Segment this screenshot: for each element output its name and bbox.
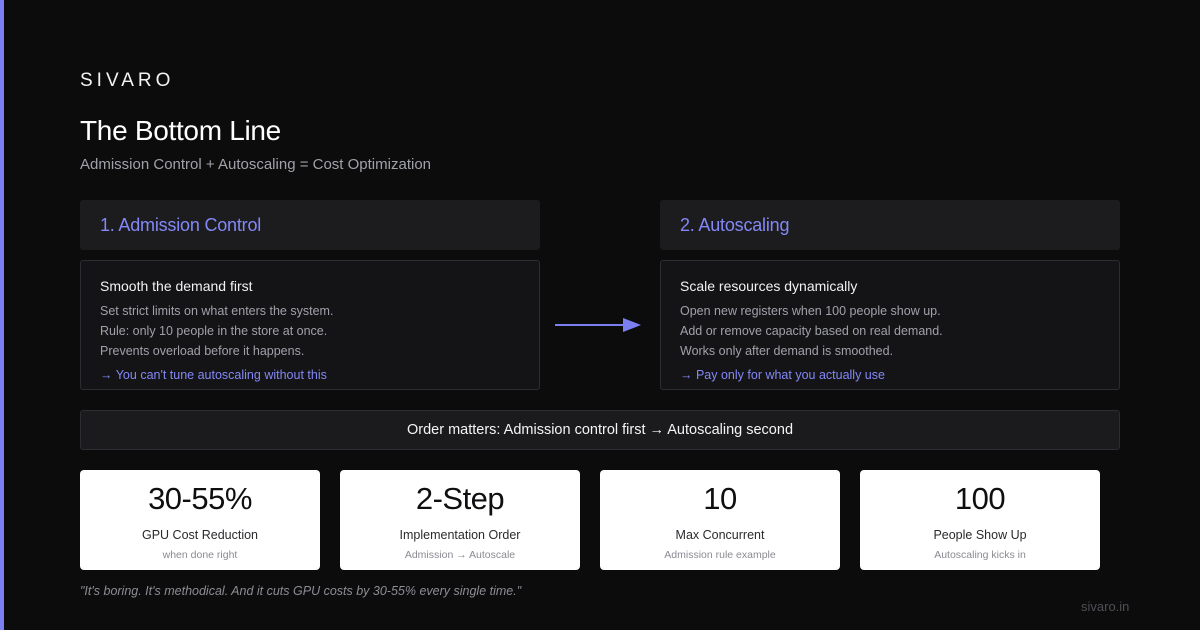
admission-control-header: 1. Admission Control [80, 200, 540, 250]
autoscaling-card: Scale resources dynamically Open new reg… [660, 260, 1120, 390]
stat-label: Implementation Order [399, 528, 521, 542]
autoscaling-line: Add or remove capacity based on real dem… [680, 324, 943, 338]
stat-value: 10 [703, 481, 737, 516]
autoscaling-title: 2. Autoscaling [680, 214, 790, 235]
autoscaling-line: Open new registers when 100 people show … [680, 304, 941, 318]
stat-value: 30-55% [148, 481, 252, 516]
autoscaling-heading: Scale resources dynamically [680, 278, 858, 294]
stat-card-people-show-up: 100 People Show Up Autoscaling kicks in [860, 470, 1100, 570]
stat-label: Max Concurrent [675, 528, 765, 542]
stat-note: when done right [162, 549, 238, 561]
accent-bar [0, 0, 4, 630]
footer-url: sivaro.in [1081, 599, 1130, 614]
stat-label: People Show Up [933, 528, 1027, 542]
admission-control-title: 1. Admission Control [100, 214, 262, 235]
stat-note: Admission → Autoscale [404, 549, 516, 561]
arrow-right-icon [555, 318, 641, 332]
stat-value: 2-Step [415, 481, 505, 516]
admission-control-line: Prevents overload before it happens. [100, 344, 305, 358]
page-title: The Bottom Line [80, 115, 281, 146]
autoscaling-line: Works only after demand is smoothed. [680, 344, 894, 358]
stat-card-max-concurrent: 10 Max Concurrent Admission rule example [600, 470, 840, 570]
admission-control-line: Set strict limits on what enters the sys… [100, 304, 334, 318]
admission-control-callout: → You can't tune autoscaling without thi… [100, 368, 327, 382]
closing-quote: "It's boring. It's methodical. And it cu… [80, 584, 522, 598]
autoscaling-callout: → Pay only for what you actually use [680, 368, 885, 382]
order-banner-text: Order matters: Admission control first →… [406, 422, 794, 438]
autoscaling-header: 2. Autoscaling [660, 200, 1120, 250]
stat-card-cost-reduction: 30-55% GPU Cost Reduction when done righ… [80, 470, 320, 570]
admission-control-card: Smooth the demand first Set strict limit… [80, 260, 540, 390]
order-banner: Order matters: Admission control first →… [80, 410, 1120, 450]
stat-note: Admission rule example [664, 549, 776, 561]
admission-control-line: Rule: only 10 people in the store at onc… [100, 324, 328, 338]
stat-value: 100 [954, 481, 1006, 516]
stat-label: GPU Cost Reduction [141, 528, 259, 542]
stat-note: Autoscaling kicks in [934, 549, 1026, 561]
admission-control-heading: Smooth the demand first [100, 278, 253, 294]
page-subtitle: Admission Control + Autoscaling = Cost O… [80, 156, 431, 173]
stat-card-implementation-order: 2-Step Implementation Order Admission → … [340, 470, 580, 570]
brand-logo: SIVARO [80, 70, 175, 91]
